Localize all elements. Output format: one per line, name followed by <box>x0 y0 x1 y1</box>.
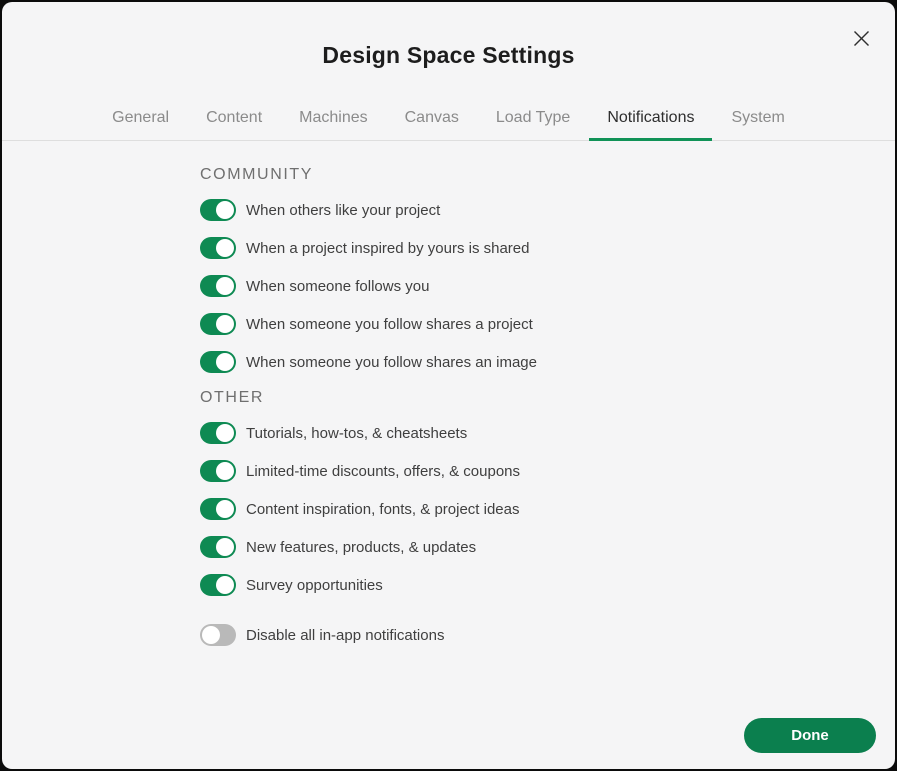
toggle-label: Survey opportunities <box>246 577 383 594</box>
toggle-switch[interactable] <box>200 237 236 259</box>
section-other: OTHER Tutorials, how-tos, & cheatsheets … <box>200 389 895 596</box>
toggle-knob <box>216 500 234 518</box>
toggle-switch[interactable] <box>200 313 236 335</box>
toggle-knob <box>216 353 234 371</box>
toggle-row: Limited-time discounts, offers, & coupon… <box>200 460 895 482</box>
notifications-panel: COMMUNITY When others like your project … <box>2 141 895 646</box>
tab-notifications[interactable]: Notifications <box>589 100 712 140</box>
tab-system[interactable]: System <box>713 100 802 140</box>
toggle-switch[interactable] <box>200 275 236 297</box>
toggle-label: When someone you follow shares an image <box>246 354 537 371</box>
settings-tabs: General Content Machines Canvas Load Typ… <box>2 100 895 141</box>
tab-load-type[interactable]: Load Type <box>478 100 588 140</box>
toggle-knob <box>202 626 220 644</box>
toggle-knob <box>216 576 234 594</box>
toggle-label: Disable all in-app notifications <box>246 627 444 644</box>
toggle-switch[interactable] <box>200 199 236 221</box>
tab-machines[interactable]: Machines <box>281 100 385 140</box>
toggle-knob <box>216 538 234 556</box>
toggle-switch[interactable] <box>200 536 236 558</box>
toggle-label: Content inspiration, fonts, & project id… <box>246 501 520 518</box>
close-button[interactable] <box>851 28 871 48</box>
toggle-row: When a project inspired by yours is shar… <box>200 237 895 259</box>
toggle-label: New features, products, & updates <box>246 539 476 556</box>
toggle-row: Content inspiration, fonts, & project id… <box>200 498 895 520</box>
toggle-label: When a project inspired by yours is shar… <box>246 240 529 257</box>
toggle-switch[interactable] <box>200 351 236 373</box>
tab-canvas[interactable]: Canvas <box>387 100 477 140</box>
toggle-row: When someone follows you <box>200 275 895 297</box>
toggle-row: Survey opportunities <box>200 574 895 596</box>
toggle-knob <box>216 277 234 295</box>
disable-all-row: Disable all in-app notifications <box>200 624 895 646</box>
toggle-knob <box>216 201 234 219</box>
toggle-switch[interactable] <box>200 460 236 482</box>
section-heading-other: OTHER <box>200 389 895 407</box>
toggle-row: When someone you follow shares an image <box>200 351 895 373</box>
toggle-row: When someone you follow shares a project <box>200 313 895 335</box>
toggle-row: When others like your project <box>200 199 895 221</box>
tab-content[interactable]: Content <box>188 100 280 140</box>
tab-general[interactable]: General <box>94 100 187 140</box>
toggle-label: When others like your project <box>246 202 440 219</box>
toggle-switch[interactable] <box>200 422 236 444</box>
disable-all-toggle[interactable] <box>200 624 236 646</box>
toggle-label: When someone you follow shares a project <box>246 316 533 333</box>
toggle-row: New features, products, & updates <box>200 536 895 558</box>
toggle-label: When someone follows you <box>246 278 429 295</box>
done-button[interactable]: Done <box>744 718 876 753</box>
design-space-settings-dialog: Design Space Settings General Content Ma… <box>2 2 895 769</box>
toggle-knob <box>216 315 234 333</box>
toggle-switch[interactable] <box>200 498 236 520</box>
close-icon <box>853 30 870 47</box>
toggle-label: Tutorials, how-tos, & cheatsheets <box>246 425 467 442</box>
toggle-knob <box>216 424 234 442</box>
toggle-row: Tutorials, how-tos, & cheatsheets <box>200 422 895 444</box>
toggle-switch[interactable] <box>200 574 236 596</box>
section-heading-community: COMMUNITY <box>200 166 895 184</box>
toggle-knob <box>216 239 234 257</box>
toggle-knob <box>216 462 234 480</box>
toggle-label: Limited-time discounts, offers, & coupon… <box>246 463 520 480</box>
section-community: COMMUNITY When others like your project … <box>200 166 895 373</box>
dialog-title: Design Space Settings <box>2 2 895 69</box>
